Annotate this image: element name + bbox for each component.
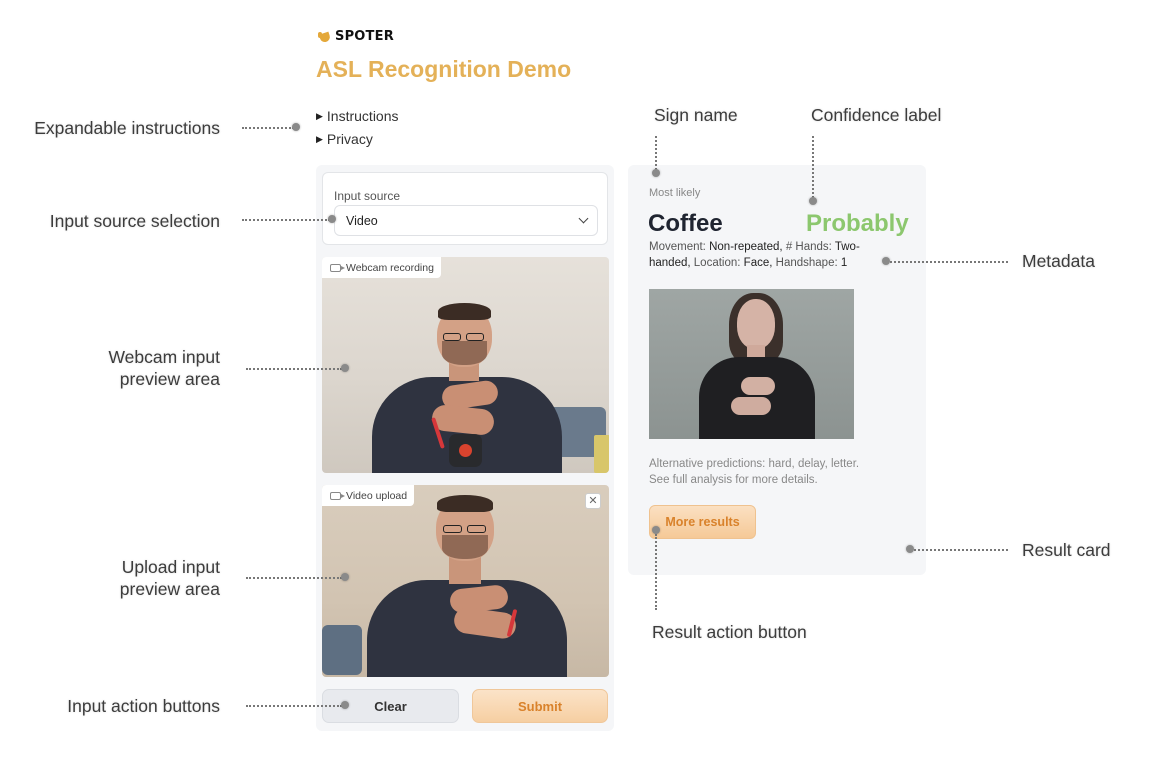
privacy-label: Privacy: [326, 131, 373, 147]
annotation-expandable: Expandable instructions: [34, 118, 220, 138]
spoter-logo: SPOTER: [318, 29, 394, 44]
upload-tag: Video upload: [322, 485, 415, 506]
triangle-right-icon: ▶: [316, 110, 323, 121]
annotation-leader: [914, 549, 1008, 551]
annotation-leader: [246, 577, 342, 579]
annotation-leader: [812, 136, 814, 198]
signer-person: [649, 289, 854, 439]
close-icon[interactable]: ✕: [585, 493, 601, 509]
upload-person: [322, 485, 609, 677]
handshape-label: Handshape:: [775, 257, 838, 269]
annotation-dot: [906, 545, 914, 553]
hands-label: # Hands:: [785, 241, 832, 253]
camera-icon: [330, 491, 345, 500]
camera-icon: [330, 263, 345, 272]
spoter-logo-icon: [318, 31, 332, 43]
annotation-result-action: Result action button: [652, 622, 807, 642]
annotation-webcam-line2: preview area: [119, 369, 220, 389]
input-source-value: Video: [346, 213, 378, 228]
annotation-dot: [341, 364, 349, 372]
annotation-upload-line1: Upload input: [121, 557, 220, 577]
sign-metadata: Movement: Non-repeated, # Hands: Two-han…: [649, 239, 889, 271]
confidence-label: Probably: [806, 210, 909, 237]
movement-label: Movement:: [649, 241, 706, 253]
webcam-tag: Webcam recording: [322, 257, 441, 278]
most-likely-label: Most likely: [649, 187, 701, 199]
more-results-button[interactable]: More results: [649, 505, 756, 539]
annotation-dot: [652, 169, 660, 177]
annotation-leader: [242, 127, 294, 129]
result-card: Most likely Coffee Probably Movement: No…: [628, 165, 926, 575]
annotation-metadata: Metadata: [1022, 251, 1095, 271]
annotation-upload: Upload input preview area: [120, 556, 220, 600]
instructions-label: Instructions: [326, 108, 399, 124]
triangle-right-icon: ▶: [316, 133, 323, 144]
input-source-select[interactable]: Video: [334, 205, 598, 236]
movement-value: Non-repeated,: [709, 241, 783, 253]
handshape-value: 1: [840, 257, 848, 269]
upload-tag-label: Video upload: [346, 489, 408, 502]
alt-line-2: See full analysis for more details.: [649, 474, 818, 486]
annotation-leader: [655, 136, 657, 170]
input-source-label: Input source: [334, 189, 401, 203]
submit-button[interactable]: Submit: [472, 689, 608, 723]
alt-line-1: Alternative predictions: hard, delay, le…: [649, 458, 860, 470]
webcam-tag-label: Webcam recording: [346, 261, 434, 274]
annotation-leader: [890, 261, 1008, 263]
annotation-result-card: Result card: [1022, 540, 1111, 560]
app-title: ASL Recognition Demo: [316, 56, 572, 82]
annotation-webcam: Webcam input preview area: [108, 346, 220, 390]
annotation-upload-line2: preview area: [119, 579, 220, 599]
reference-video[interactable]: [649, 289, 854, 439]
alternative-predictions: Alternative predictions: hard, delay, le…: [649, 456, 909, 488]
record-icon[interactable]: [449, 434, 482, 467]
annotation-source: Input source selection: [49, 211, 220, 231]
annotation-dot: [341, 573, 349, 581]
annotation-leader: [246, 705, 342, 707]
location-value: Face,: [743, 257, 773, 269]
location-label: Location:: [693, 257, 741, 269]
annotation-dot: [882, 257, 890, 265]
privacy-expander[interactable]: ▶ Privacy: [316, 131, 373, 147]
input-panel: Input source Video Webcam recording Vide…: [316, 165, 614, 731]
annotation-dot: [292, 123, 300, 131]
chevron-down-icon: [578, 213, 589, 224]
annotation-dot: [809, 197, 817, 205]
annotation-confidence: Confidence label: [811, 105, 942, 125]
instructions-expander[interactable]: ▶ Instructions: [316, 108, 399, 124]
annotation-leader: [655, 534, 657, 610]
upload-preview[interactable]: Video upload ✕: [322, 485, 609, 677]
annotation-dot: [328, 215, 336, 223]
input-source-box: Input source Video: [322, 172, 608, 245]
annotation-dot: [652, 526, 660, 534]
annotation-sign-name: Sign name: [654, 105, 738, 125]
annotation-actions: Input action buttons: [67, 696, 220, 716]
webcam-preview[interactable]: Webcam recording: [322, 257, 609, 473]
annotation-leader: [242, 219, 330, 221]
sign-name: Coffee: [648, 210, 723, 237]
annotation-webcam-line1: Webcam input: [108, 347, 220, 367]
annotation-dot: [341, 701, 349, 709]
annotation-leader: [246, 368, 342, 370]
brand-name: SPOTER: [335, 29, 394, 44]
